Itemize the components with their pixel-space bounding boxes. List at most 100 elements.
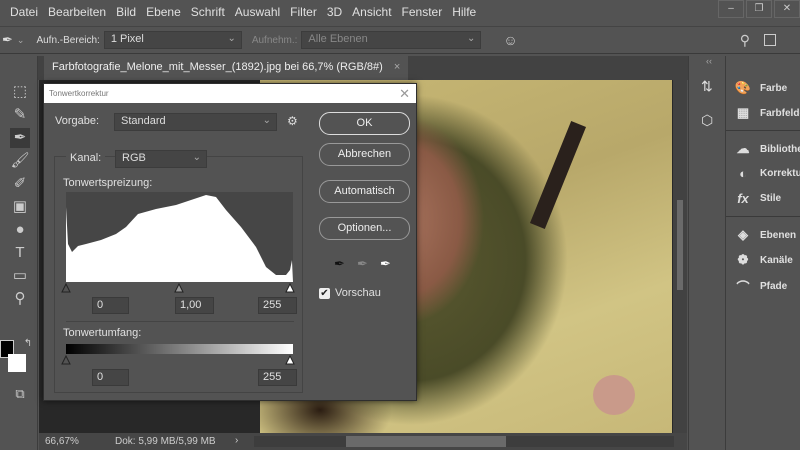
layers-icon: ◈: [738, 227, 748, 242]
chevron-down-icon: ⌄: [467, 33, 476, 44]
zoom-level[interactable]: 66,67%: [45, 436, 79, 447]
background-color-swatch[interactable]: [8, 354, 26, 372]
menu-bild[interactable]: Bild: [116, 5, 136, 19]
quick-select-tool-icon[interactable]: ✎: [10, 105, 30, 125]
panel-korrekturen[interactable]: ◐ Korrekturen: [734, 166, 800, 181]
white-point-slider[interactable]: [285, 282, 295, 293]
sample-layers-select[interactable]: Alle Ebenen ⌄: [301, 31, 482, 49]
menu-hilfe[interactable]: Hilfe: [452, 5, 476, 19]
minimize-button[interactable]: –: [718, 0, 744, 18]
swap-colors-icon[interactable]: ↰: [18, 334, 38, 354]
creative-cloud-icon: ☁: [736, 141, 750, 156]
brush-tool-icon[interactable]: 🖌: [10, 151, 30, 171]
sample-size-select[interactable]: 1 Pixel ⌄: [103, 31, 242, 49]
adjustments-icon: ◐: [739, 166, 747, 181]
channel-value: RGB: [122, 152, 146, 164]
sample-size-label: Aufn.-Bereich:: [36, 34, 100, 46]
panel-label: Ebenen: [760, 229, 797, 241]
document-tab-title: Farbfotografie_Melone_mit_Messer_(1892).…: [52, 61, 383, 73]
restore-button[interactable]: ❐: [746, 0, 772, 18]
panel-label: Pfade: [760, 281, 788, 292]
chevron-down-icon: ⌄: [192, 152, 201, 163]
black-eyedropper-icon[interactable]: ✒: [334, 256, 345, 272]
gear-icon[interactable]: ⚙: [287, 114, 298, 128]
panel-ebenen[interactable]: ◈ Ebenen: [734, 227, 796, 243]
gray-eyedropper-icon[interactable]: ✒: [357, 256, 368, 272]
cancel-button[interactable]: Abbrechen: [319, 143, 410, 166]
workspace-icon[interactable]: [764, 34, 776, 46]
3d-panel-icon[interactable]: ⬡: [701, 112, 713, 129]
input-levels-label: Tonwertspreizung:: [63, 177, 153, 189]
preview-checkbox[interactable]: ✔: [319, 288, 330, 299]
palette-icon: 🎨: [734, 80, 752, 95]
input-black-field[interactable]: 0: [92, 297, 129, 314]
panel-pfade[interactable]: ⌒ Pfade: [734, 277, 787, 296]
panel-farbe[interactable]: 🎨 Farbe: [734, 80, 787, 96]
eyedropper-tool-icon[interactable]: ✒: [2, 32, 13, 48]
options-button[interactable]: Optionen...: [319, 217, 410, 240]
menu-3d[interactable]: 3D: [327, 5, 342, 19]
panel-label: Farbe: [760, 82, 788, 94]
search-icon[interactable]: ⚲: [740, 32, 750, 49]
menu-filter[interactable]: Filter: [290, 5, 317, 19]
collapse-panels-icon[interactable]: ‹‹: [706, 56, 712, 66]
panel-farbfelder[interactable]: ▦ Farbfelder: [734, 105, 800, 121]
dodge-tool-icon[interactable]: ●: [10, 220, 30, 240]
history-panel-icon[interactable]: ⇅: [701, 78, 713, 95]
preset-select[interactable]: Standard ⌄: [114, 113, 277, 131]
type-tool-icon[interactable]: T: [10, 243, 30, 263]
smiley-icon[interactable]: ☺: [503, 32, 517, 48]
preview-label: Vorschau: [335, 287, 381, 299]
auto-button[interactable]: Automatisch: [319, 180, 410, 203]
vertical-scroll-thumb[interactable]: [677, 200, 683, 290]
menu-fenster[interactable]: Fenster: [402, 5, 443, 19]
paths-icon: ⌒: [736, 280, 750, 295]
black-point-slider[interactable]: [61, 282, 71, 293]
chevron-down-icon: ⌄: [227, 33, 236, 44]
melon-slice-piece: [593, 375, 635, 415]
close-window-button[interactable]: ✕: [774, 0, 800, 18]
eyedropper-tool-icon[interactable]: ✒: [10, 128, 30, 148]
panel-kanaele[interactable]: ❁ Kanäle: [734, 252, 793, 268]
vertical-scrollbar[interactable]: [673, 80, 687, 433]
panel-stile[interactable]: fx Stile: [734, 191, 781, 206]
input-gamma-field[interactable]: 1,00: [175, 297, 214, 314]
tool-preset-chevron-icon[interactable]: ⌄: [17, 35, 25, 46]
horizontal-scroll-thumb[interactable]: [346, 436, 506, 447]
document-tab[interactable]: Farbfotografie_Melone_mit_Messer_(1892).…: [44, 56, 409, 80]
sample-layers-value: Alle Ebenen: [308, 33, 368, 45]
output-white-slider[interactable]: [285, 354, 295, 365]
input-white-field[interactable]: 255: [258, 297, 297, 314]
output-black-slider[interactable]: [61, 354, 71, 365]
menu-auswahl[interactable]: Auswahl: [235, 5, 280, 19]
panel-bibliotheken[interactable]: ☁ Bibliotheken: [734, 141, 800, 157]
output-black-field[interactable]: 0: [92, 369, 129, 386]
marquee-tool-icon[interactable]: ⬚: [10, 82, 30, 102]
horizontal-scrollbar[interactable]: [254, 436, 674, 447]
collapsed-panel-strip: ⇅ ⬡: [688, 56, 724, 450]
close-tab-icon[interactable]: ×: [394, 61, 400, 73]
preset-value: Standard: [121, 115, 166, 127]
screen-mode-icon[interactable]: ⧉: [10, 384, 30, 404]
channel-select[interactable]: RGB ⌄: [115, 150, 207, 168]
tools-panel: ⬚ ✎ ✒ 🖌 ✐ ▣ ● T ▭ ⚲ ↰ ⧉: [0, 56, 38, 450]
zoom-tool-icon[interactable]: ⚲: [10, 289, 30, 309]
status-menu-arrow-icon[interactable]: ›: [235, 435, 238, 446]
menu-ansicht[interactable]: Ansicht: [352, 5, 391, 19]
dialog-close-button[interactable]: ✕: [399, 86, 410, 102]
history-brush-tool-icon[interactable]: ✐: [10, 174, 30, 194]
output-levels-label: Tonwertumfang:: [63, 327, 142, 339]
gradient-tool-icon[interactable]: ▣: [10, 197, 30, 217]
white-eyedropper-icon[interactable]: ✒: [380, 256, 391, 272]
gamma-slider[interactable]: [174, 282, 184, 293]
shape-tool-icon[interactable]: ▭: [10, 266, 30, 286]
menu-datei[interactable]: Datei: [10, 5, 38, 19]
menu-bearbeiten[interactable]: Bearbeiten: [48, 5, 106, 19]
input-sliders[interactable]: [61, 282, 298, 294]
output-white-field[interactable]: 255: [258, 369, 297, 386]
ok-button[interactable]: OK: [319, 112, 410, 135]
swatches-grid-icon: ▦: [736, 105, 750, 120]
output-sliders[interactable]: [61, 354, 298, 366]
menu-schrift[interactable]: Schrift: [191, 5, 225, 19]
menu-ebene[interactable]: Ebene: [146, 5, 181, 19]
